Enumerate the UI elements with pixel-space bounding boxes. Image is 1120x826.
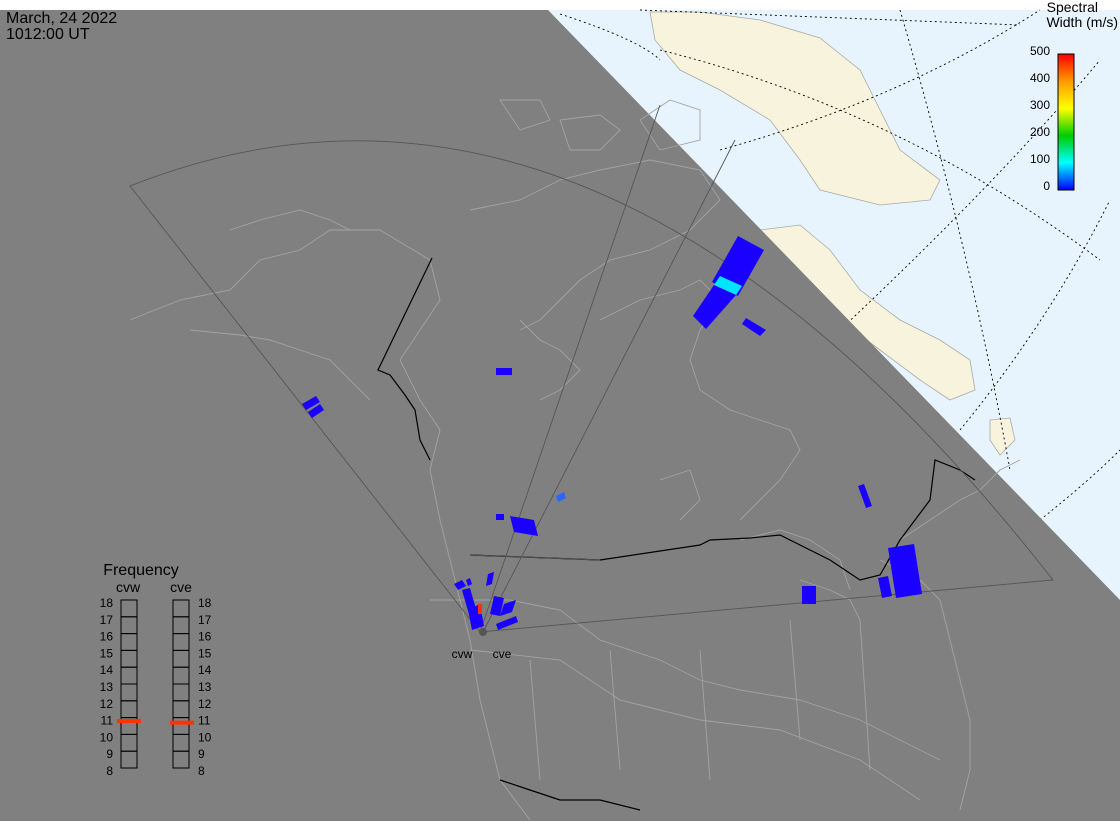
colorbar-title-line2: Width (m/s) <box>1046 14 1118 30</box>
frequency-level-left: 9 <box>106 747 113 761</box>
frequency-level-left: 12 <box>100 697 114 711</box>
frequency-col-cve: cve <box>170 579 192 595</box>
time-label: 1012:00 UT <box>6 26 90 43</box>
colorbar-tick-label: 500 <box>1030 44 1050 58</box>
frequency-level-right: 16 <box>198 630 212 644</box>
echo-cell <box>496 514 504 520</box>
frequency-marker-cve <box>170 720 194 725</box>
echo-cell <box>478 604 482 614</box>
colorbar-tick-label: 400 <box>1030 71 1050 85</box>
frequency-level-right: 12 <box>198 697 212 711</box>
colorbar-tick-label: 300 <box>1030 98 1050 112</box>
frequency-level-left: 15 <box>100 646 114 660</box>
frequency-level-right: 18 <box>198 596 212 610</box>
frequency-level-right: 8 <box>198 764 205 778</box>
frequency-level-left: 11 <box>101 714 114 728</box>
echo-cell <box>496 368 512 375</box>
frequency-col-cvw: cvw <box>116 579 141 595</box>
colorbar <box>1057 53 1075 191</box>
frequency-level-left: 17 <box>100 613 114 627</box>
frequency-marker-cvw <box>117 718 141 723</box>
map-svg: cvw cve 500 400 300 200 100 0 Spectral W… <box>0 0 1120 821</box>
frequency-level-left: 13 <box>100 680 114 694</box>
colorbar-tick-label: 0 <box>1043 179 1050 193</box>
radar-label-cvw: cvw <box>452 647 473 661</box>
frequency-level-left: 16 <box>100 630 114 644</box>
date-label: March, 24 2022 <box>6 10 118 27</box>
frequency-title: Frequency <box>103 562 179 579</box>
frequency-level-right: 17 <box>198 613 212 627</box>
frequency-level-left: 10 <box>100 730 114 744</box>
frequency-level-right: 10 <box>198 730 212 744</box>
frequency-level-left: 14 <box>100 663 114 677</box>
colorbar-tick-label: 200 <box>1030 125 1050 139</box>
colorbar-title-line1: Spectral <box>1047 0 1098 15</box>
colorbar-tick-label: 100 <box>1030 152 1050 166</box>
frequency-level-right: 15 <box>198 646 212 660</box>
frequency-level-left: 8 <box>106 764 113 778</box>
frequency-level-right: 14 <box>198 663 212 677</box>
map-canvas: cvw cve 500 400 300 200 100 0 Spectral W… <box>0 0 1120 821</box>
frequency-level-right: 11 <box>198 714 211 728</box>
frequency-level-left: 18 <box>100 596 114 610</box>
echo-cell <box>802 586 816 604</box>
radar-label-cve: cve <box>493 647 512 661</box>
radar-site-marker <box>479 628 487 636</box>
frequency-level-right: 9 <box>198 747 205 761</box>
frequency-level-right: 13 <box>198 680 212 694</box>
